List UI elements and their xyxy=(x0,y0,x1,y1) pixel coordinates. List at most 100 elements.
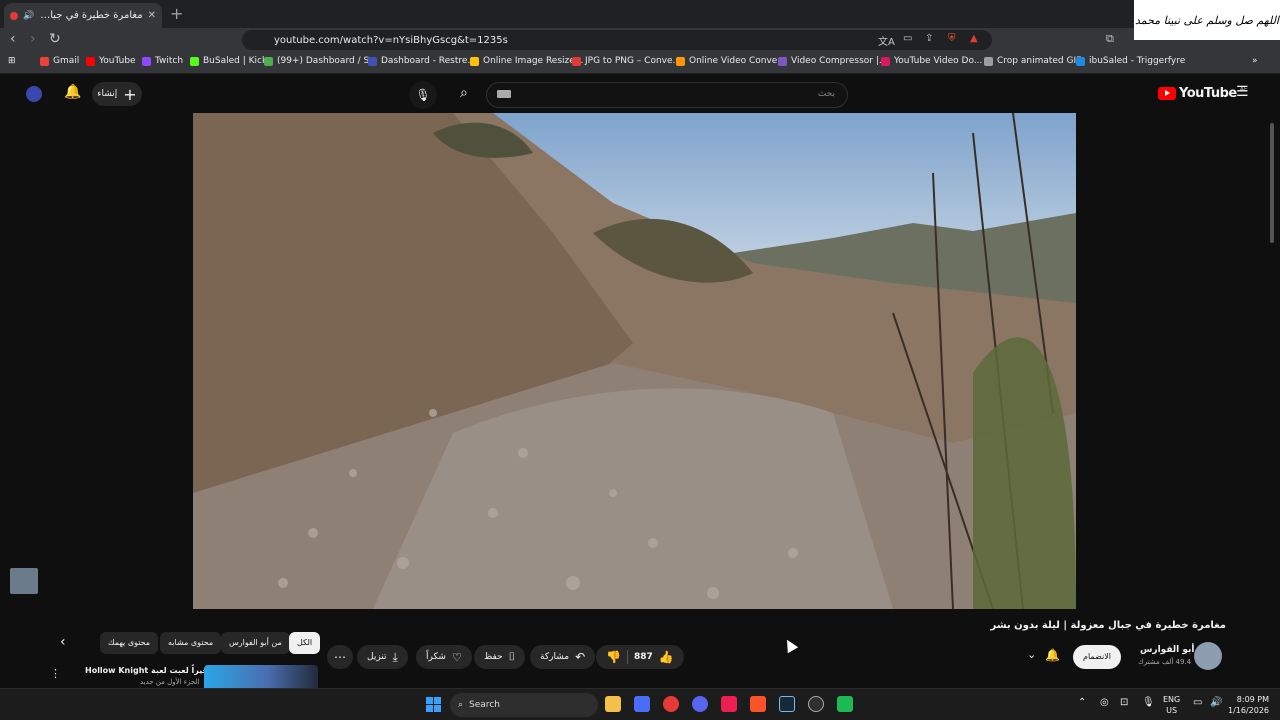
bookmark-video-compressor[interactable]: Video Compressor |... xyxy=(778,56,887,66)
brave-icon[interactable] xyxy=(750,696,766,712)
clock[interactable]: 8:09 PM 1/16/2026 xyxy=(1228,694,1269,716)
menu-icon[interactable]: ☰ xyxy=(1236,84,1249,100)
chip-interest[interactable]: محتوى يهمك xyxy=(100,632,159,654)
video-compressor-icon xyxy=(778,56,787,66)
taskbar-search-icon: ⌕ xyxy=(458,700,464,710)
share-button[interactable]: مشاركة ↶ xyxy=(530,645,596,669)
bookmark-twitch[interactable]: Twitch xyxy=(142,56,183,66)
search-input[interactable]: بحث xyxy=(486,82,848,108)
microphone-tray-icon[interactable]: 🎙 xyxy=(1142,697,1155,708)
search-icon[interactable]: ⌕ xyxy=(460,85,468,101)
reload-icon[interactable]: ↻ xyxy=(49,31,61,47)
scrollbar[interactable] xyxy=(1268,113,1276,688)
translate-icon[interactable]: 文A xyxy=(878,33,895,48)
cast-icon[interactable]: ▭ xyxy=(903,33,912,44)
language-indicator[interactable]: ENG US xyxy=(1163,694,1180,716)
download-button[interactable]: تنزيل ⤓ xyxy=(357,645,408,669)
address-bar-row: ‹ › ↻ 🔖 youtube.com/watch?v=nYsiBhyGscg&… xyxy=(0,28,1280,52)
new-tab-button[interactable]: + xyxy=(170,4,183,23)
steam-icon[interactable] xyxy=(779,696,795,712)
obs-icon[interactable] xyxy=(808,696,824,712)
bookmark-crop-gif[interactable]: Crop animated GIF xyxy=(984,56,1081,66)
bookmark-restream[interactable]: Dashboard - Restre... xyxy=(368,56,476,66)
voice-search-button[interactable]: 🎙 xyxy=(409,81,437,109)
bookmark-image-resizer[interactable]: Online Image Resize... xyxy=(470,56,583,66)
tray-chevron-icon[interactable]: ⌃ xyxy=(1078,697,1086,708)
tab-title: مغامرة خطيرة في جبال معزولة xyxy=(39,10,143,21)
next-video-subtitle: الجزء الأول من جديد xyxy=(140,678,200,686)
close-tab-icon[interactable]: ✕ xyxy=(148,10,156,21)
gmail-icon xyxy=(40,56,49,66)
time-text: 8:09 PM xyxy=(1236,695,1270,704)
spotify-icon[interactable] xyxy=(837,696,853,712)
bookmarks-bar: ⊞ Gmail YouTube Twitch BuSaled | Kick (9… xyxy=(0,52,1280,74)
subscriber-count: 49.4 ألف مشترك xyxy=(1138,658,1192,666)
youtube-logo-text: YouTube xyxy=(1179,86,1237,101)
chevron-down-icon[interactable]: ⌄ xyxy=(1027,648,1036,661)
dashboard-icon xyxy=(264,56,273,66)
more-bookmarks-icon[interactable]: » xyxy=(1252,56,1258,66)
thanks-button[interactable]: شكراً ♡ xyxy=(416,645,472,669)
tiktok-icon[interactable] xyxy=(721,696,737,712)
like-dislike-group: 👎 887 👍 xyxy=(596,645,684,669)
forward-icon[interactable]: › xyxy=(30,31,36,47)
divider xyxy=(626,650,628,664)
volume-icon[interactable]: 🔊 xyxy=(1210,697,1222,708)
bookmark-kick[interactable]: BuSaled | Kick xyxy=(190,56,267,66)
taskbar-search-label: Search xyxy=(469,700,500,710)
brave-rewards-icon[interactable]: ▲ xyxy=(970,33,978,44)
chip-similar[interactable]: محتوى مشابه xyxy=(160,632,222,654)
display-icon[interactable]: ▭ xyxy=(1193,697,1202,708)
bookmark-triggerfyre[interactable]: ibuSaled - Triggerfyre xyxy=(1076,56,1185,66)
app-red-icon[interactable] xyxy=(663,696,679,712)
youtube-logo[interactable]: YouTube AE xyxy=(1158,86,1248,101)
keyboard-icon[interactable] xyxy=(497,90,511,98)
notification-bell-icon[interactable]: 🔔 xyxy=(1045,648,1060,662)
like-icon[interactable]: 👍 xyxy=(659,650,674,664)
tray-network-icon[interactable]: ◎ xyxy=(1100,697,1109,708)
notifications-icon[interactable]: 🔔 xyxy=(64,84,81,100)
file-explorer-icon[interactable] xyxy=(605,696,621,712)
bookmark-youtube[interactable]: YouTube xyxy=(86,56,136,66)
save-button[interactable]: حفظ ⌷ xyxy=(474,645,526,669)
tray-app-icon[interactable]: ⊡ xyxy=(1120,697,1128,708)
store-icon[interactable] xyxy=(634,696,650,712)
start-button[interactable] xyxy=(426,697,441,712)
video-frame xyxy=(193,113,1076,609)
create-button[interactable]: إنشاء + xyxy=(92,82,142,106)
speaker-icon[interactable]: 🔊 xyxy=(23,11,34,21)
channel-avatar[interactable] xyxy=(1194,642,1222,670)
next-video-thumbnail[interactable] xyxy=(204,665,318,688)
share-label: مشاركة xyxy=(540,652,570,662)
chip-from-channel[interactable]: من أبو الفوارس xyxy=(221,632,290,654)
channel-name[interactable]: أبو الفوارس xyxy=(1140,645,1195,655)
bookmark-gmail[interactable]: Gmail xyxy=(40,56,79,66)
channel-thumbnail[interactable] xyxy=(10,568,38,594)
bookmark-youtube-downloader[interactable]: YouTube Video Do... xyxy=(881,56,982,66)
chip-all[interactable]: الكل xyxy=(289,632,321,654)
taskbar-search[interactable]: ⌕ Search xyxy=(450,693,598,717)
twitch-icon xyxy=(142,56,151,66)
thanks-label: شكراً xyxy=(426,652,446,662)
chips-prev-icon[interactable]: ‹ xyxy=(60,634,66,650)
bookmark-dashboard[interactable]: (99+) Dashboard / S... xyxy=(264,56,378,66)
video-player[interactable] xyxy=(193,113,1076,609)
dislike-button[interactable]: 👎 xyxy=(606,650,621,664)
subscribe-label: الانضمام xyxy=(1083,652,1111,661)
next-video-title[interactable]: Hollow Knight وأخيراً لعبت لعبة xyxy=(85,666,216,675)
bookmark-video-converter[interactable]: Online Video Conve... xyxy=(676,56,786,66)
apps-icon[interactable]: ⊞ xyxy=(8,56,16,66)
brave-shield-icon[interactable]: ⛨ xyxy=(948,33,956,44)
back-icon[interactable]: ‹ xyxy=(10,31,16,47)
discord-icon[interactable] xyxy=(692,696,708,712)
avatar[interactable] xyxy=(26,86,42,102)
bookmark-jpg-to-png[interactable]: JPG to PNG – Conve... xyxy=(572,56,681,66)
video-converter-icon xyxy=(676,56,685,66)
more-actions-button[interactable]: ⋯ xyxy=(327,645,353,669)
share-icon[interactable]: ⇪ xyxy=(925,33,933,44)
subscribe-button[interactable]: الانضمام xyxy=(1073,645,1121,669)
browser-tab[interactable]: 🔊 مغامرة خطيرة في جبال معزولة ✕ xyxy=(4,3,162,28)
youtube-play-icon xyxy=(1158,87,1176,100)
more-options-icon[interactable]: ⋮ xyxy=(50,667,61,680)
extensions-icon[interactable]: ⧉ xyxy=(1106,32,1114,46)
